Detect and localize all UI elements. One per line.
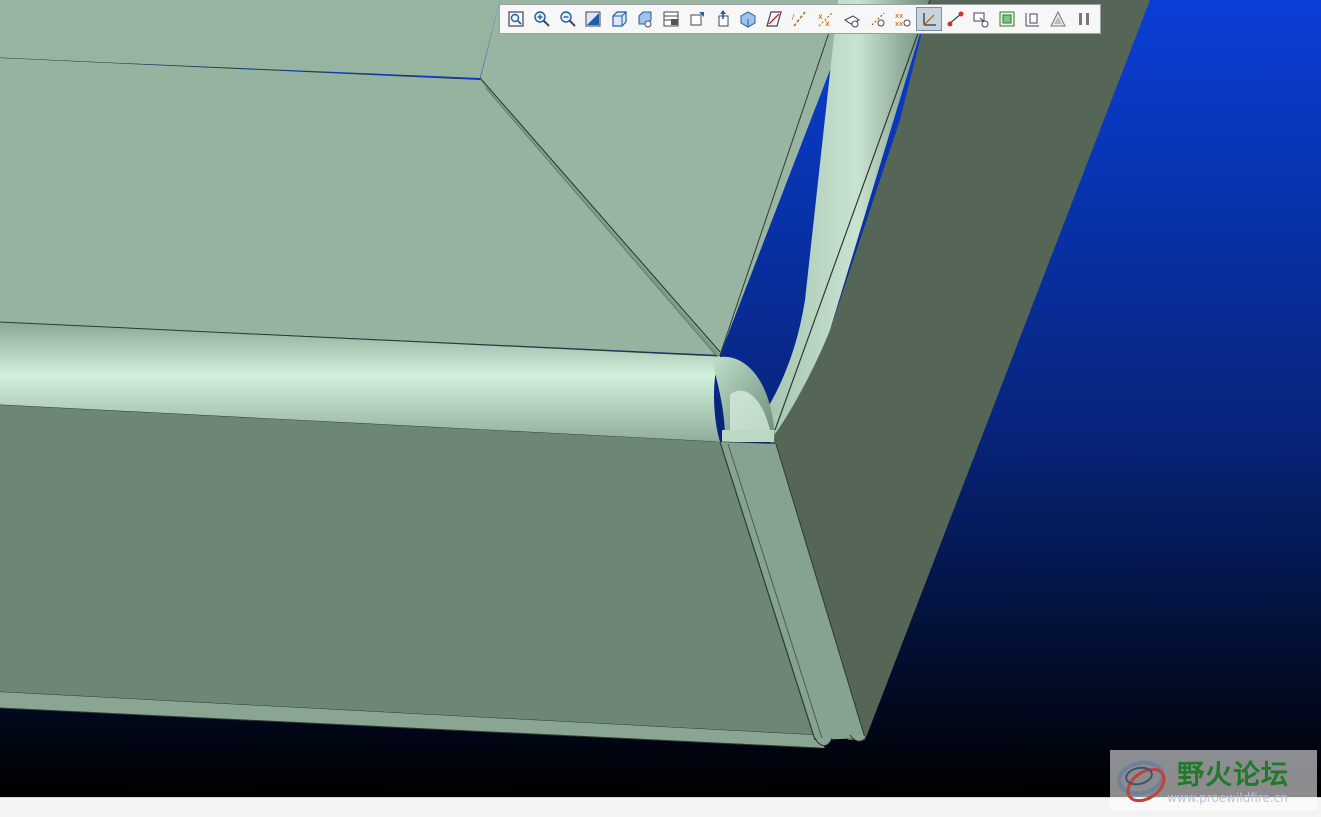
spin-center-button[interactable] bbox=[710, 7, 736, 31]
watermark-url: www.proewildfire.cn bbox=[1167, 791, 1288, 805]
window-icon bbox=[1079, 13, 1090, 25]
datum-points-button[interactable]: xx bbox=[813, 7, 839, 31]
svg-text:x: x bbox=[818, 12, 823, 21]
model-display-button[interactable] bbox=[735, 7, 761, 31]
annotations-button[interactable] bbox=[916, 7, 943, 31]
repaint-button[interactable] bbox=[580, 7, 606, 31]
front-face bbox=[0, 405, 815, 740]
view-toolbar: / x x xx xx bbox=[499, 4, 1101, 34]
shade-button[interactable] bbox=[1020, 7, 1046, 31]
saved-views-button[interactable] bbox=[606, 7, 632, 31]
refit-button[interactable] bbox=[503, 7, 529, 31]
spin-center-icon bbox=[718, 10, 729, 27]
annotation-display-icon bbox=[947, 11, 964, 27]
annotation-display-button[interactable] bbox=[942, 7, 968, 31]
watermark: 野火论坛 www.proewildfire.cn bbox=[1110, 750, 1317, 810]
view-manager-icon bbox=[663, 11, 679, 27]
svg-text:x: x bbox=[825, 19, 830, 28]
orient-icon bbox=[690, 12, 704, 26]
shade-icon bbox=[1025, 13, 1040, 27]
datum-planes-icon bbox=[766, 11, 782, 27]
refit-icon bbox=[508, 11, 524, 27]
datum-points-icon: xx bbox=[818, 11, 834, 28]
orient-button[interactable] bbox=[684, 7, 710, 31]
annotation-icon bbox=[923, 13, 937, 26]
point-tags-button[interactable] bbox=[839, 7, 865, 31]
datum-planes-button[interactable] bbox=[761, 7, 787, 31]
zoom-in-button[interactable] bbox=[529, 7, 555, 31]
zoom-in-icon bbox=[534, 11, 550, 27]
pause-button[interactable] bbox=[1045, 7, 1071, 31]
csys-tags-button[interactable]: xx xx bbox=[890, 7, 916, 31]
svg-text:xx: xx bbox=[895, 20, 903, 28]
svg-text:/: / bbox=[792, 13, 795, 21]
window-button[interactable] bbox=[1071, 7, 1097, 31]
zoom-out-button[interactable] bbox=[555, 7, 581, 31]
graphics-viewport[interactable] bbox=[0, 0, 1321, 797]
svg-text:xx: xx bbox=[895, 12, 903, 20]
zoom-out-icon bbox=[559, 11, 576, 27]
point-tags-icon bbox=[843, 15, 860, 28]
appearance-button[interactable] bbox=[968, 7, 994, 31]
forum-logo-icon bbox=[1117, 760, 1166, 803]
display-style-icon bbox=[638, 11, 652, 28]
appearance-icon bbox=[973, 12, 989, 28]
datum-axes-button[interactable]: / bbox=[787, 7, 813, 31]
model-graphics bbox=[0, 0, 1321, 797]
view-manager-button[interactable] bbox=[658, 7, 684, 31]
coordinate-systems-button[interactable] bbox=[865, 7, 891, 31]
repaint-icon bbox=[585, 11, 601, 27]
model-display-icon bbox=[740, 11, 756, 28]
csys-icon bbox=[871, 12, 884, 27]
saved-views-icon bbox=[612, 11, 627, 27]
measure-icon bbox=[999, 11, 1015, 27]
datum-axes-icon: / bbox=[792, 11, 806, 27]
pause-icon bbox=[1050, 10, 1067, 27]
csys-tags-icon: xxxx bbox=[895, 12, 911, 28]
measure-button[interactable] bbox=[994, 7, 1020, 31]
watermark-title: 野火论坛 bbox=[1177, 760, 1289, 791]
display-style-button[interactable] bbox=[632, 7, 658, 31]
